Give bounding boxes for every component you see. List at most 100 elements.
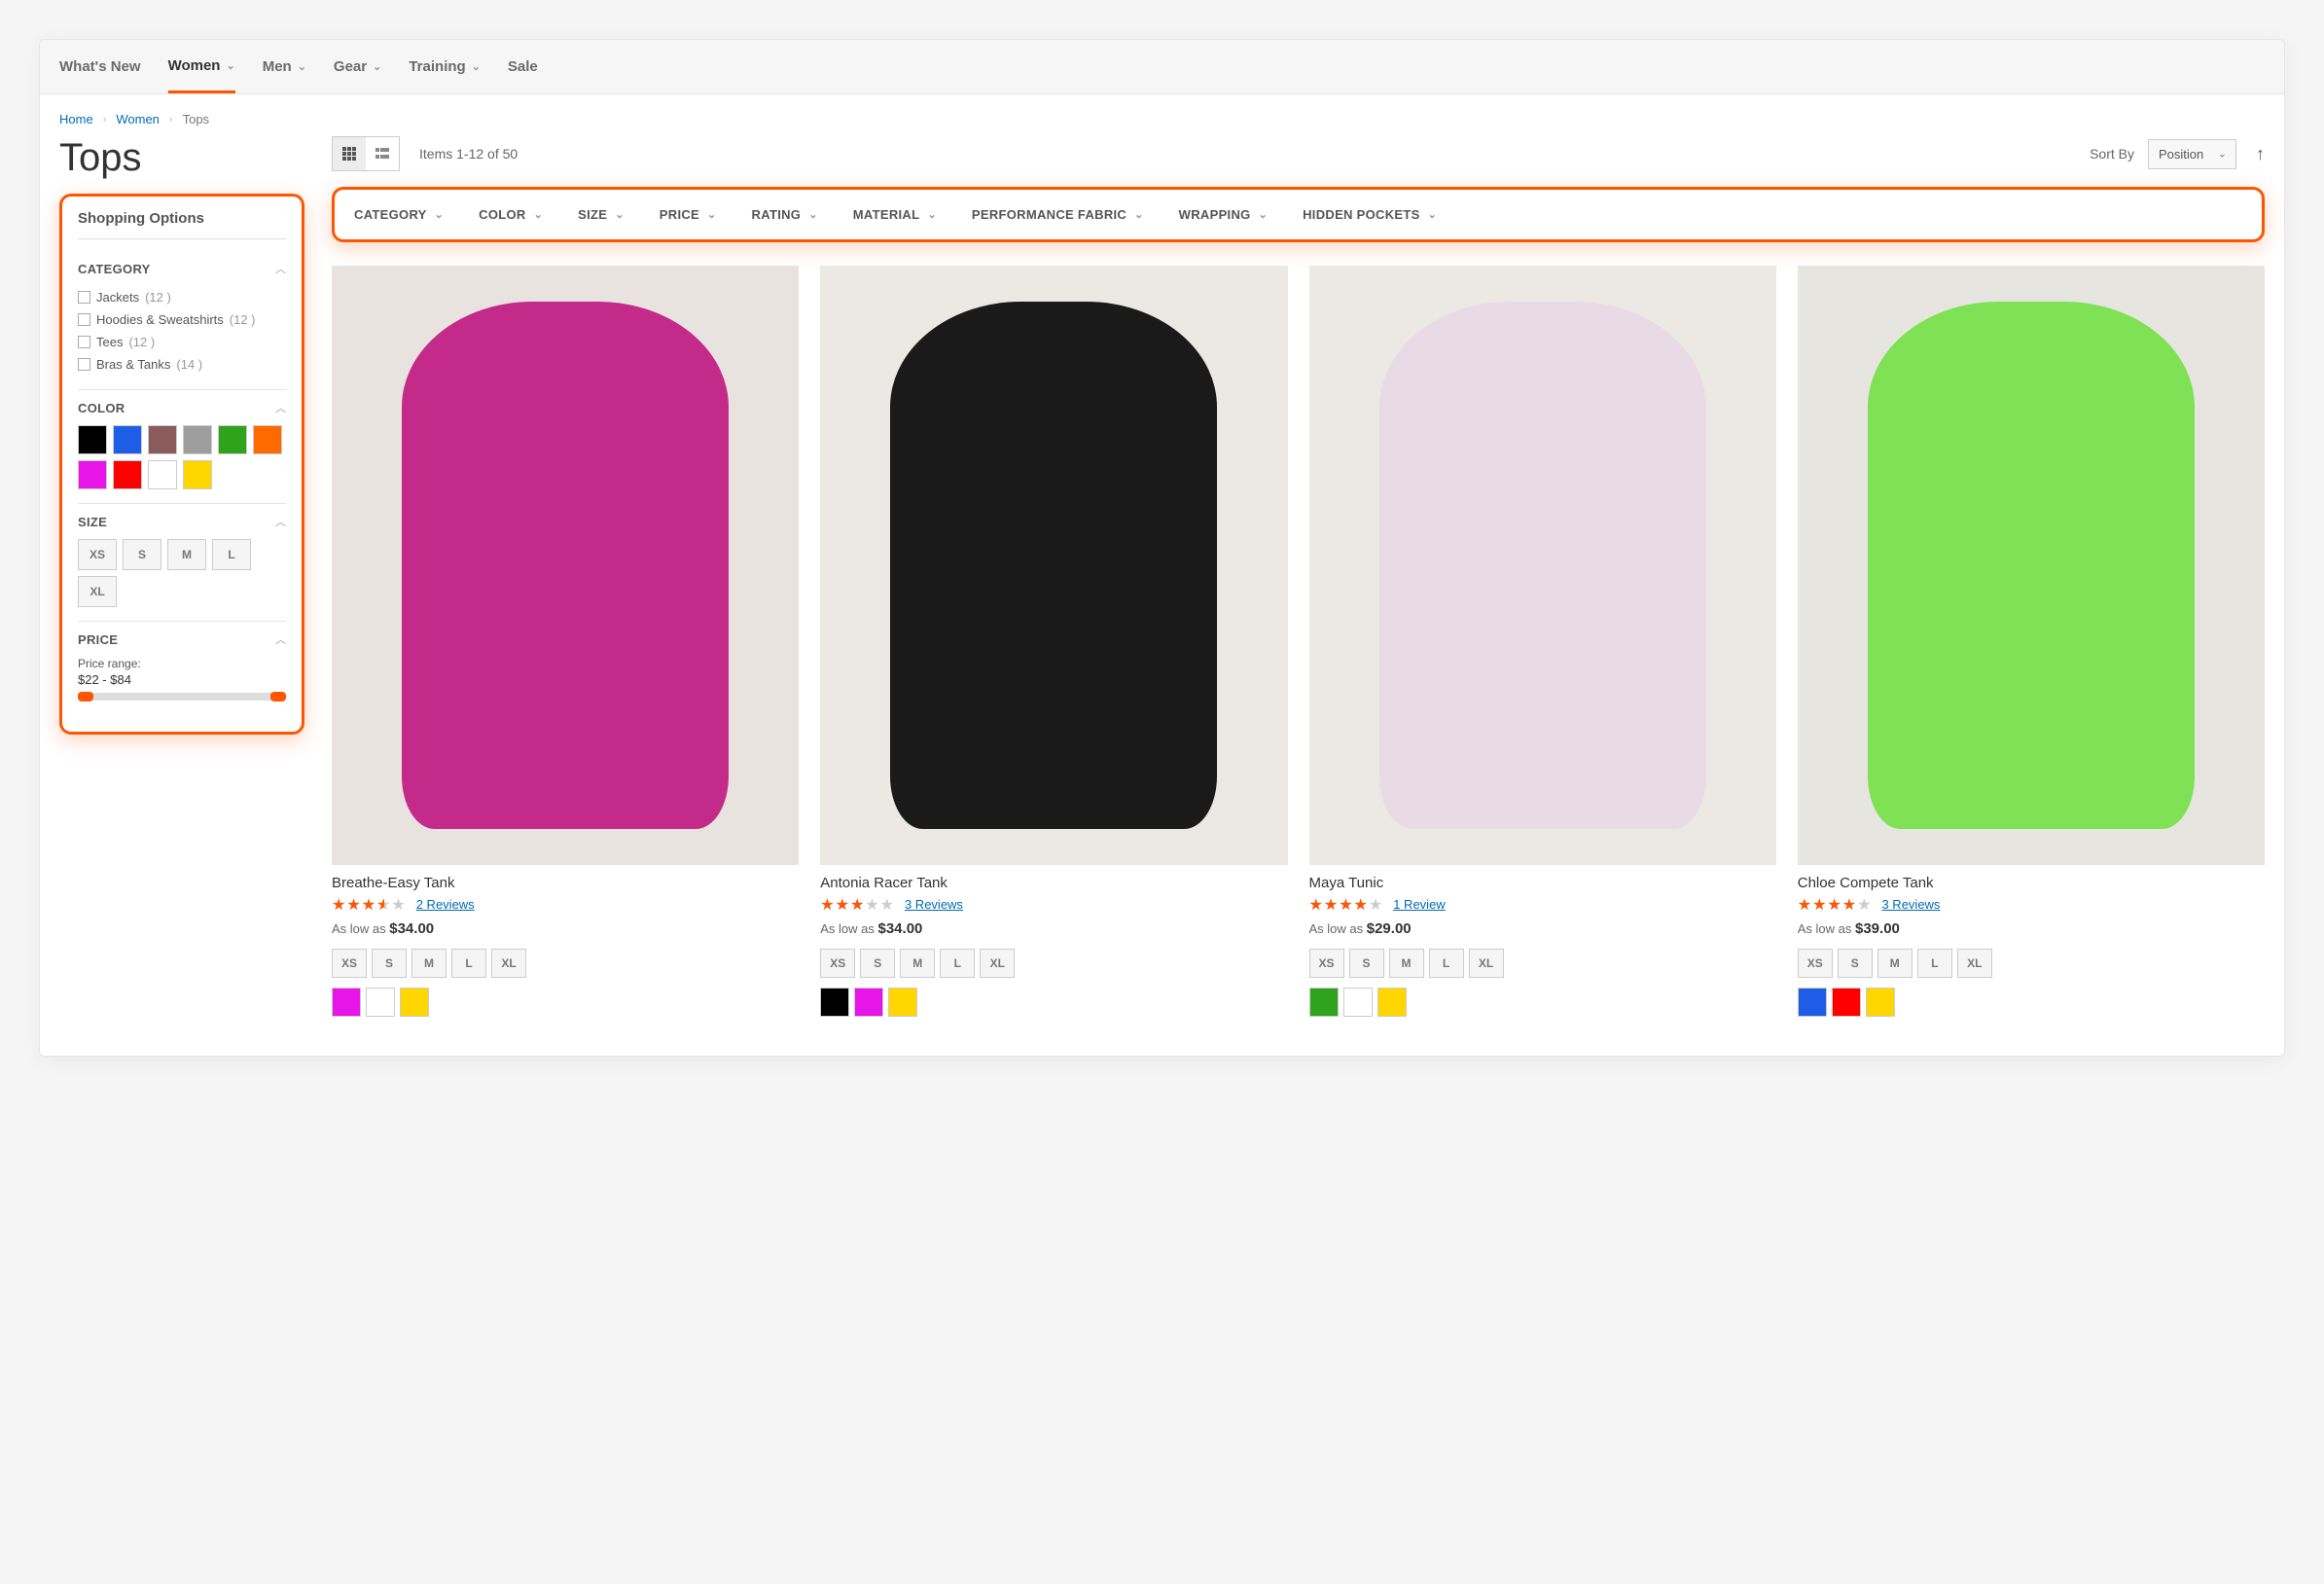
- size-swatch[interactable]: XS: [332, 949, 367, 978]
- size-swatch[interactable]: S: [123, 539, 161, 570]
- sort-by-select[interactable]: Position: [2148, 139, 2236, 169]
- product-name[interactable]: Maya Tunic: [1309, 875, 1776, 891]
- color-swatch[interactable]: [78, 460, 107, 489]
- chevron-down-icon: ⌄: [534, 208, 544, 221]
- product-card: Chloe Compete Tank★★★★★★★★★★3 ReviewsAs …: [1798, 266, 2265, 1026]
- price-slider[interactable]: [78, 693, 286, 701]
- view-mode-switcher: [332, 136, 400, 171]
- filter-toggle-size[interactable]: SIZE ︿: [78, 514, 286, 529]
- size-swatch[interactable]: L: [940, 949, 975, 978]
- product-image[interactable]: [332, 266, 799, 865]
- hfilter-size[interactable]: SIZE⌄: [578, 207, 625, 222]
- size-swatch[interactable]: L: [1429, 949, 1464, 978]
- product-image[interactable]: [1309, 266, 1776, 865]
- breadcrumb-home[interactable]: Home: [59, 112, 93, 126]
- category-option[interactable]: Bras & Tanks(14 ): [78, 353, 286, 376]
- size-swatch[interactable]: M: [1389, 949, 1424, 978]
- breadcrumb-women[interactable]: Women: [116, 112, 160, 126]
- nav-item-what-s-new[interactable]: What's New: [59, 40, 141, 93]
- product-name[interactable]: Chloe Compete Tank: [1798, 875, 2265, 891]
- product-silhouette: [402, 302, 729, 829]
- top-nav: What's New Women⌄ Men⌄ Gear⌄ Training⌄ Sale: [40, 40, 2284, 94]
- grid-view-button[interactable]: [333, 137, 366, 170]
- color-swatch[interactable]: [332, 988, 361, 1017]
- size-swatch[interactable]: S: [860, 949, 895, 978]
- sort-direction-button[interactable]: ↑: [2256, 144, 2265, 164]
- hfilter-wrapping[interactable]: WRAPPING⌄: [1179, 207, 1268, 222]
- color-swatch[interactable]: [183, 460, 212, 489]
- price-slider-handle-max[interactable]: [270, 692, 286, 702]
- size-swatch[interactable]: M: [411, 949, 447, 978]
- size-swatch[interactable]: S: [372, 949, 407, 978]
- nav-item-gear[interactable]: Gear⌄: [334, 40, 381, 93]
- category-option[interactable]: Jackets(12 ): [78, 286, 286, 308]
- color-swatch[interactable]: [366, 988, 395, 1017]
- color-swatch[interactable]: [148, 425, 177, 454]
- size-swatch[interactable]: XS: [820, 949, 855, 978]
- hfilter-hidden-pockets[interactable]: HIDDEN POCKETS⌄: [1303, 207, 1437, 222]
- size-swatch[interactable]: XS: [78, 539, 117, 570]
- reviews-link[interactable]: 3 Reviews: [905, 897, 963, 912]
- color-swatch[interactable]: [400, 988, 429, 1017]
- size-swatch[interactable]: S: [1838, 949, 1873, 978]
- color-swatch[interactable]: [78, 425, 107, 454]
- filter-toggle-category[interactable]: CATEGORY ︿: [78, 261, 286, 276]
- hfilter-category[interactable]: CATEGORY⌄: [354, 207, 444, 222]
- product-image[interactable]: [820, 266, 1287, 865]
- color-swatch[interactable]: [1798, 988, 1827, 1017]
- size-swatch[interactable]: M: [1877, 949, 1913, 978]
- size-swatch[interactable]: XL: [78, 576, 117, 607]
- size-swatch[interactable]: XS: [1309, 949, 1344, 978]
- color-swatch[interactable]: [253, 425, 282, 454]
- app-frame: What's NewWomen⌄Men⌄Gear⌄Training⌄Sale H…: [39, 39, 2285, 1057]
- reviews-link[interactable]: 1 Review: [1393, 897, 1445, 912]
- color-swatch[interactable]: [1866, 988, 1895, 1017]
- reviews-link[interactable]: 3 Reviews: [1881, 897, 1940, 912]
- product-name[interactable]: Breathe-Easy Tank: [332, 875, 799, 891]
- hfilter-color[interactable]: COLOR⌄: [479, 207, 543, 222]
- hfilter-price[interactable]: PRICE⌄: [660, 207, 717, 222]
- color-swatch[interactable]: [854, 988, 883, 1017]
- hfilter-material[interactable]: MATERIAL⌄: [853, 207, 937, 222]
- size-swatch[interactable]: XL: [980, 949, 1015, 978]
- size-swatch[interactable]: XL: [1469, 949, 1504, 978]
- color-swatch[interactable]: [1343, 988, 1373, 1017]
- product-name[interactable]: Antonia Racer Tank: [820, 875, 1287, 891]
- nav-item-women[interactable]: Women⌄: [168, 40, 235, 93]
- nav-item-sale[interactable]: Sale: [508, 40, 538, 93]
- hfilter-label: MATERIAL: [853, 207, 920, 222]
- color-swatch[interactable]: [113, 425, 142, 454]
- size-swatch[interactable]: XL: [1957, 949, 1992, 978]
- color-swatch[interactable]: [1832, 988, 1861, 1017]
- category-option[interactable]: Hoodies & Sweatshirts(12 ): [78, 308, 286, 331]
- color-swatch[interactable]: [148, 460, 177, 489]
- reviews-link[interactable]: 2 Reviews: [416, 897, 475, 912]
- nav-item-training[interactable]: Training⌄: [409, 40, 481, 93]
- category-option[interactable]: Tees(12 ): [78, 331, 286, 353]
- list-view-button[interactable]: [366, 137, 399, 170]
- color-swatch[interactable]: [113, 460, 142, 489]
- filter-toggle-color[interactable]: COLOR ︿: [78, 400, 286, 415]
- size-swatch[interactable]: M: [167, 539, 206, 570]
- hfilter-rating[interactable]: RATING⌄: [752, 207, 818, 222]
- price-slider-handle-min[interactable]: [78, 692, 93, 702]
- size-swatch[interactable]: XS: [1798, 949, 1833, 978]
- nav-item-men[interactable]: Men⌄: [263, 40, 306, 93]
- size-swatch[interactable]: L: [451, 949, 486, 978]
- size-swatch[interactable]: L: [1917, 949, 1952, 978]
- color-swatch[interactable]: [820, 988, 849, 1017]
- color-swatch[interactable]: [888, 988, 917, 1017]
- filter-toggle-price[interactable]: PRICE ︿: [78, 631, 286, 647]
- color-swatch[interactable]: [1377, 988, 1407, 1017]
- size-swatch[interactable]: XL: [491, 949, 526, 978]
- color-swatch[interactable]: [183, 425, 212, 454]
- list-icon: [375, 146, 390, 162]
- size-swatch[interactable]: S: [1349, 949, 1384, 978]
- rating-row: ★★★★★★★★★★1 Review: [1309, 895, 1776, 915]
- product-image[interactable]: [1798, 266, 2265, 865]
- hfilter-performance-fabric[interactable]: PERFORMANCE FABRIC⌄: [972, 207, 1144, 222]
- size-swatch[interactable]: M: [900, 949, 935, 978]
- color-swatch[interactable]: [218, 425, 247, 454]
- size-swatch[interactable]: L: [212, 539, 251, 570]
- color-swatch[interactable]: [1309, 988, 1339, 1017]
